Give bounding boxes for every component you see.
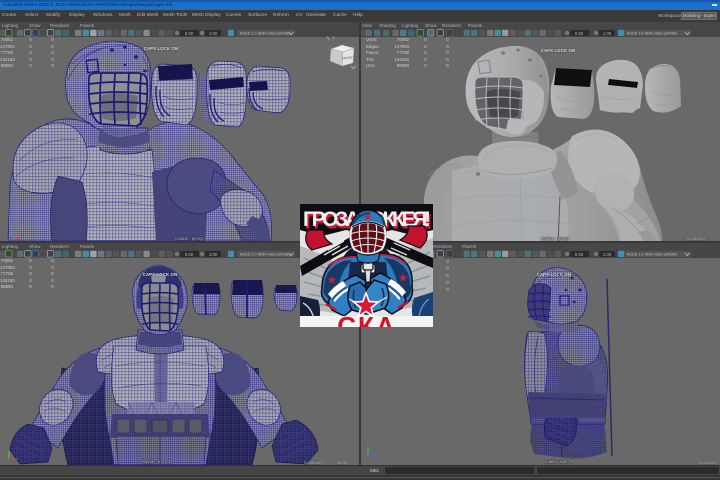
svg-text:1.00: 1.00	[209, 252, 218, 257]
svg-text:1.00: 1.00	[209, 31, 218, 36]
svg-text:ACES 1.0 SDR-video (sRGB): ACES 1.0 SDR-video (sRGB)	[240, 253, 291, 257]
svg-text:0.00: 0.00	[185, 31, 194, 36]
svg-text:СКА: СКА	[337, 311, 396, 327]
svg-text:ACES 1.0 SDR-video (sRGB): ACES 1.0 SDR-video (sRGB)	[627, 32, 678, 36]
svg-text:0.00: 0.00	[575, 252, 584, 257]
svg-text:0.00: 0.00	[575, 31, 584, 36]
svg-text:1.00: 1.00	[603, 252, 612, 257]
svg-text:1.00: 1.00	[603, 31, 612, 36]
svg-text:ACES 1.0 SDR-video (sRGB): ACES 1.0 SDR-video (sRGB)	[627, 253, 678, 257]
svg-text:0.00: 0.00	[185, 252, 194, 257]
svg-text:ACES 1.0 SDR-video (sRGB): ACES 1.0 SDR-video (sRGB)	[240, 32, 291, 36]
svg-text:FRONT: FRONT	[342, 56, 353, 61]
